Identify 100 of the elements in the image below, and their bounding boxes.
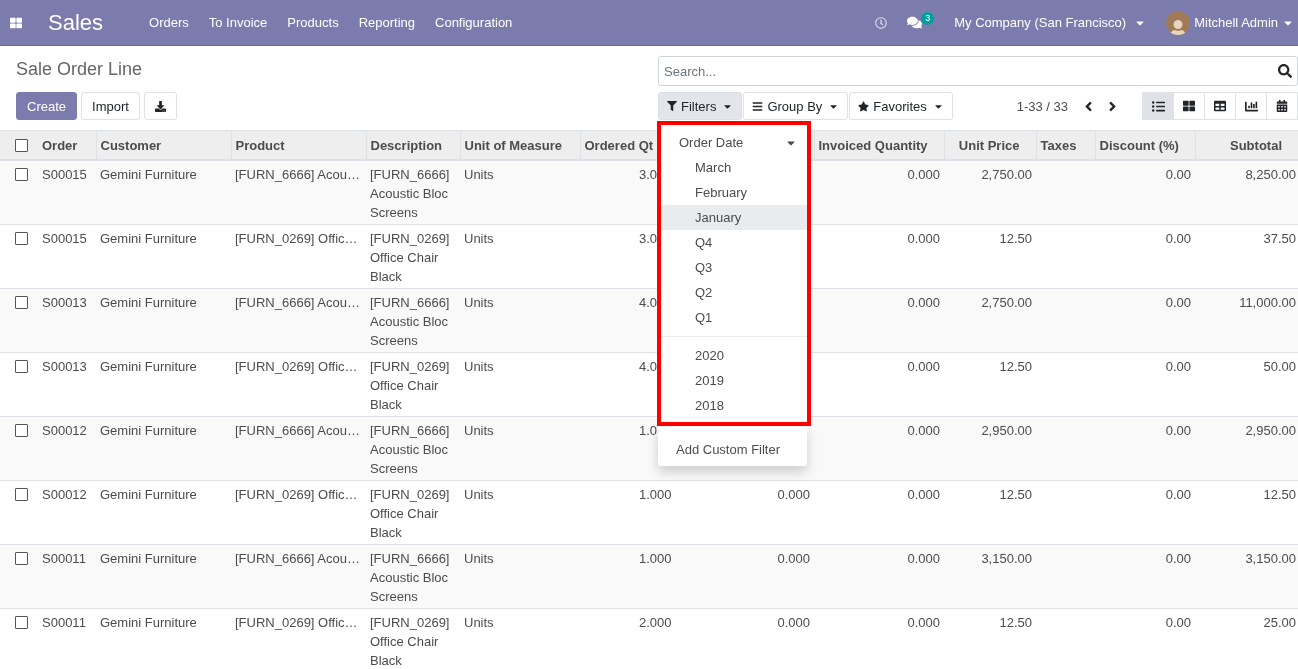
search-option-button[interactable]: Favorites [849,92,953,120]
menu-item[interactable]: Reporting [348,0,425,45]
ordered-quantity: 4.0 [639,359,658,374]
product-name: [FURN_0269] Offic… [235,615,358,630]
column-header[interactable]: Ordered Qt [584,137,654,153]
search-option-button[interactable]: Filters [658,92,743,120]
product-name: [FURN_6666] Acou… [235,295,360,310]
customer-name: Gemini Furniture [100,487,197,502]
subtotal-value: 25.00 [1263,615,1296,630]
unit-price: 2,750.00 [981,295,1032,310]
discount-value: 0.00 [1165,551,1191,566]
invoiced-quantity: 0.000 [907,615,940,630]
user-menu[interactable]: Mitchell Admin [1156,0,1298,45]
row-checkbox[interactable] [15,168,28,181]
filter-option[interactable]: 2019 [661,368,807,393]
column-header[interactable]: Subtotal [1230,137,1282,153]
unit-of-measure: Units [464,167,494,182]
filter-option[interactable]: 2018 [661,393,807,418]
unit-of-measure: Units [464,551,494,566]
row-checkbox[interactable] [15,296,28,309]
unit-price: 3,150.00 [981,551,1032,566]
filter-option[interactable]: Q2 [661,280,807,305]
subtotal-value: 11,000.00 [1239,295,1296,310]
unit-price: 12.50 [999,359,1032,374]
column-header[interactable]: Order [42,137,78,153]
dropdown-item[interactable]: Add Custom Filter [658,437,807,462]
filter-option[interactable]: March [661,155,807,180]
unit-of-measure: Units [464,487,494,502]
column-header[interactable]: Customer [100,137,162,153]
search-field[interactable]: Search... [658,56,1298,86]
filter-option[interactable]: February [661,180,807,205]
row-checkbox[interactable] [15,424,28,437]
unit-price: 12.50 [999,615,1032,630]
ordered-quantity: 3.0 [639,231,658,246]
subtotal-value: 8,250.00 [1245,167,1296,182]
row-checkbox[interactable] [15,232,28,245]
row-checkbox[interactable] [15,360,28,373]
row-checkbox[interactable] [15,616,28,629]
filter-option[interactable]: Q3 [661,255,807,280]
order-number: S00011 [42,615,86,630]
create-button[interactable]: Create [16,92,78,120]
order-number: S00013 [42,359,87,374]
column-header[interactable]: Description [370,137,442,153]
select-all-checkbox[interactable] [15,138,28,152]
quantity-value: 0.000 [777,487,810,502]
filter-option[interactable]: Q1 [661,305,807,330]
invoiced-quantity: 0.000 [907,167,940,182]
product-description: [FURN_6666] Acoustic Bloc Screens [370,423,450,476]
row-checkbox[interactable] [15,552,28,565]
grid-icon [1183,100,1195,112]
discount-value: 0.00 [1165,231,1191,246]
ordered-quantity: 1.000 [639,551,672,566]
company-switcher[interactable]: My Company (San Francisco) [944,0,1157,45]
filter-icon [667,101,677,111]
search-option-button[interactable]: Group By [743,92,849,120]
product-name: [FURN_0269] Offic… [235,487,358,502]
order-number: S00012 [42,423,87,438]
discount-value: 0.00 [1165,167,1191,182]
download-button[interactable] [143,92,177,120]
column-header[interactable]: Unit Price [958,137,1020,153]
subtotal-value: 50.00 [1263,359,1296,374]
unit-price: 12.50 [999,231,1032,246]
page-title: Sale Order Line [16,58,144,80]
product-description: [FURN_6666] Acoustic Bloc Screens [370,295,450,348]
product-name: [FURN_0269] Offic… [235,231,358,246]
view-switch-button[interactable] [1173,92,1205,120]
invoiced-quantity: 0.000 [907,551,940,566]
apps-grid-icon [10,16,22,29]
view-switch-button[interactable] [1266,92,1298,120]
bars-icon [752,100,764,112]
filter-group-toggle[interactable]: Order Date [661,130,807,155]
menu-item[interactable]: Orders [139,0,199,45]
filter-option[interactable]: Q4 [661,230,807,255]
view-switch-button[interactable] [1235,92,1267,120]
unit-of-measure: Units [464,359,494,374]
customer-name: Gemini Furniture [100,551,197,566]
star-icon [858,100,870,112]
unit-price: 2,750.00 [981,167,1032,182]
menu-item[interactable]: Configuration [425,0,523,45]
column-header[interactable]: Product [235,137,285,153]
subtotal-value: 2,950.00 [1245,423,1296,438]
column-header[interactable]: Invoiced Quantity [818,137,928,153]
product-description: [FURN_0269] Office Chair Black [370,615,450,668]
row-checkbox[interactable] [15,488,28,501]
menu-item[interactable]: Products [277,0,349,45]
menu-item[interactable]: To Invoice [198,0,278,45]
filter-option[interactable]: January [661,205,807,230]
column-header[interactable]: Taxes [1040,137,1077,153]
order-number: S00013 [42,295,87,310]
product-description: [FURN_0269] Office Chair Black [370,359,450,412]
ordered-quantity: 4.0 [639,295,658,310]
column-header[interactable]: Unit of Measure [464,137,562,153]
ordered-quantity: 1.000 [639,487,672,502]
product-description: [FURN_0269] Office Chair Black [370,231,450,284]
column-header[interactable]: Discount (%) [1099,137,1179,153]
import-button[interactable]: Import [81,92,140,120]
view-switch-button[interactable] [1204,92,1236,120]
pager-value[interactable]: 1-33 / 33 [1016,98,1068,114]
filter-option[interactable]: 2020 [661,343,807,368]
view-switch-button[interactable] [1142,92,1174,120]
